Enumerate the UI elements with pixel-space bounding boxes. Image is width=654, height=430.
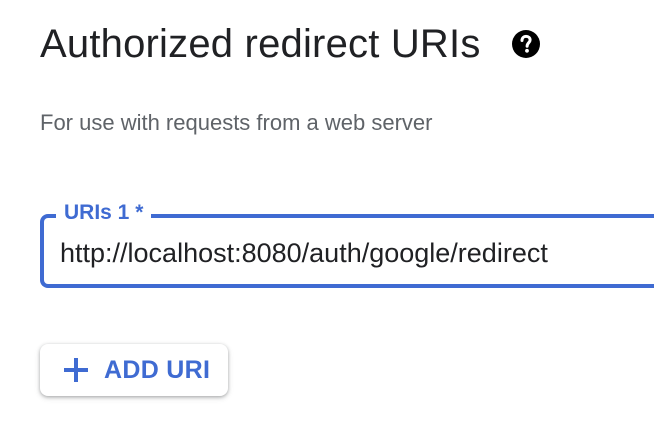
add-uri-button[interactable]: ADD URI bbox=[40, 344, 228, 396]
section-title: Authorized redirect URIs bbox=[40, 22, 481, 66]
plus-icon bbox=[62, 356, 90, 384]
uri-field-label: URIs 1 * bbox=[56, 199, 152, 227]
title-row: Authorized redirect URIs bbox=[40, 18, 541, 70]
uri-input[interactable] bbox=[60, 236, 620, 270]
redirect-uris-section: Authorized redirect URIs For use with re… bbox=[0, 0, 654, 430]
section-subtitle: For use with requests from a web server bbox=[40, 110, 433, 135]
add-uri-label: ADD URI bbox=[104, 355, 211, 384]
help-icon[interactable] bbox=[511, 29, 541, 59]
uri-field: URIs 1 * bbox=[40, 199, 654, 288]
